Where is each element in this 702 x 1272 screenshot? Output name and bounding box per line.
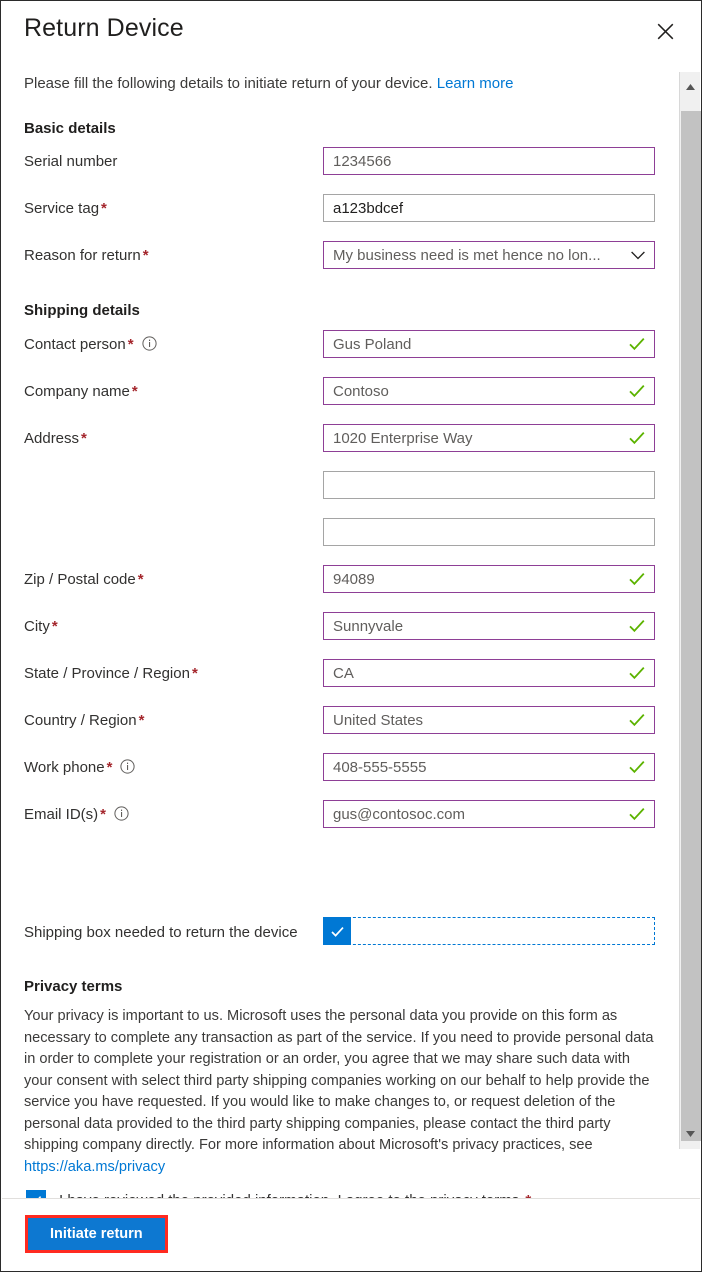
field-label-text: Work phone bbox=[24, 759, 105, 776]
field-required-star: * bbox=[191, 665, 198, 682]
scrollbar-thumb[interactable] bbox=[681, 111, 701, 1141]
field-label-text: City bbox=[24, 618, 50, 635]
field-input[interactable]: 408-555-5555 bbox=[323, 753, 655, 781]
field-required-star: * bbox=[106, 759, 113, 776]
shipping-box-label: Shipping box needed to return the device bbox=[24, 924, 298, 941]
field-required-star: * bbox=[142, 247, 149, 264]
vertical-scrollbar[interactable] bbox=[679, 72, 701, 1149]
dialog-body: Basic details Shipping details Serial nu… bbox=[1, 69, 677, 1210]
field-label: Contact person * bbox=[24, 336, 157, 353]
field-valid-check-icon bbox=[629, 713, 654, 727]
field-value: 94089 bbox=[333, 570, 375, 588]
field-label: Service tag * bbox=[24, 200, 107, 217]
field-input[interactable]: Contoso bbox=[323, 377, 655, 405]
info-icon[interactable] bbox=[141, 336, 157, 351]
info-icon[interactable] bbox=[114, 806, 129, 821]
field-value: Gus Poland bbox=[333, 335, 412, 353]
field-value: United States bbox=[333, 711, 424, 729]
field-value: 1234566 bbox=[333, 152, 392, 170]
field-label-text: Email ID(s) bbox=[24, 806, 99, 823]
field-label: Reason for return * bbox=[24, 247, 149, 264]
info-icon[interactable] bbox=[120, 759, 136, 774]
field-required-star: * bbox=[138, 712, 145, 729]
field-required-star: * bbox=[127, 336, 134, 353]
field-label-text: Reason for return bbox=[24, 247, 141, 264]
field-required-star: * bbox=[100, 806, 107, 823]
shipping-box-focus-outline bbox=[323, 917, 655, 945]
field-label-text: Serial number bbox=[24, 153, 118, 170]
page-title: Return Device bbox=[24, 14, 184, 42]
field-label-text: State / Province / Region bbox=[24, 665, 190, 682]
privacy-terms-paragraph: Your privacy is important to us. Microso… bbox=[24, 1006, 656, 1178]
field-label-text: Zip / Postal code bbox=[24, 571, 136, 588]
field-valid-check-icon bbox=[629, 760, 654, 774]
field-required-star: * bbox=[81, 430, 87, 447]
triangle-down-icon[interactable] bbox=[680, 1124, 700, 1144]
field-label-text: Service tag bbox=[24, 200, 100, 217]
field-value: Sunnyvale bbox=[333, 617, 404, 635]
dialog-footer: Initiate return bbox=[2, 1198, 700, 1270]
field-valid-check-icon bbox=[629, 619, 654, 633]
field-value: 1020 Enterprise Way bbox=[333, 429, 473, 447]
field-input[interactable]: 1234566 bbox=[323, 147, 655, 175]
field-required-star: * bbox=[137, 571, 144, 588]
field-input[interactable]: Gus Poland bbox=[323, 330, 655, 358]
field-label: Email ID(s) * bbox=[24, 806, 129, 823]
field-input[interactable]: United States bbox=[323, 706, 655, 734]
field-value: Contoso bbox=[333, 382, 389, 400]
field-valid-check-icon bbox=[629, 431, 654, 445]
field-label: Work phone * bbox=[24, 759, 136, 776]
field-valid-check-icon bbox=[629, 666, 654, 680]
initiate-return-button[interactable]: Initiate return bbox=[28, 1218, 165, 1250]
privacy-terms-heading: Privacy terms bbox=[24, 978, 123, 995]
field-label: Company name * bbox=[24, 383, 138, 400]
field-label-text: Contact person bbox=[24, 336, 126, 353]
field-input[interactable]: Sunnyvale bbox=[323, 612, 655, 640]
shipping-details-heading: Shipping details bbox=[24, 302, 140, 319]
field-value: 408-555-5555 bbox=[333, 758, 427, 776]
close-icon[interactable] bbox=[651, 17, 679, 45]
field-value: a123bdcef bbox=[333, 199, 404, 217]
field-input[interactable]: 94089 bbox=[323, 565, 655, 593]
shipping-box-checkbox[interactable] bbox=[323, 917, 351, 945]
field-input[interactable]: gus@contosoc.com bbox=[323, 800, 655, 828]
initiate-return-annotation: Initiate return bbox=[25, 1215, 168, 1253]
field-valid-check-icon bbox=[629, 337, 654, 351]
privacy-paragraph-text: Your privacy is important to us. Microso… bbox=[24, 1008, 654, 1153]
field-label: State / Province / Region * bbox=[24, 665, 198, 682]
field-label: Serial number bbox=[24, 153, 117, 170]
field-required-star: * bbox=[131, 383, 138, 400]
return-device-dialog: Return Device Please fill the following … bbox=[0, 0, 702, 1272]
field-label: Zip / Postal code * bbox=[24, 571, 144, 588]
field-required-star: * bbox=[101, 200, 107, 217]
field-required-star: * bbox=[51, 618, 58, 635]
field-valid-check-icon bbox=[629, 384, 654, 398]
field-valid-check-icon bbox=[629, 807, 654, 821]
field-input[interactable]: CA bbox=[323, 659, 655, 687]
field-input[interactable] bbox=[323, 471, 655, 499]
field-input[interactable] bbox=[323, 518, 655, 546]
field-label-text: Company name bbox=[24, 383, 130, 400]
field-label-text: Country / Region bbox=[24, 712, 137, 729]
dialog-header: Return Device bbox=[1, 1, 701, 69]
field-value: My business need is met hence no lon... bbox=[333, 246, 601, 264]
field-label: Address * bbox=[24, 430, 87, 447]
field-dropdown[interactable]: My business need is met hence no lon... bbox=[323, 241, 655, 269]
field-label-text: Address bbox=[24, 430, 80, 447]
field-label: City * bbox=[24, 618, 58, 635]
field-valid-check-icon bbox=[629, 572, 654, 586]
chevron-down-icon[interactable] bbox=[631, 251, 654, 260]
privacy-policy-link[interactable]: https://aka.ms/privacy bbox=[24, 1159, 165, 1175]
field-input[interactable]: 1020 Enterprise Way bbox=[323, 424, 655, 452]
basic-details-heading: Basic details bbox=[24, 120, 116, 137]
field-label: Country / Region * bbox=[24, 712, 144, 729]
field-value: CA bbox=[333, 664, 354, 682]
triangle-up-icon[interactable] bbox=[680, 77, 700, 97]
field-value: gus@contosoc.com bbox=[333, 805, 465, 823]
field-input[interactable]: a123bdcef bbox=[323, 194, 655, 222]
